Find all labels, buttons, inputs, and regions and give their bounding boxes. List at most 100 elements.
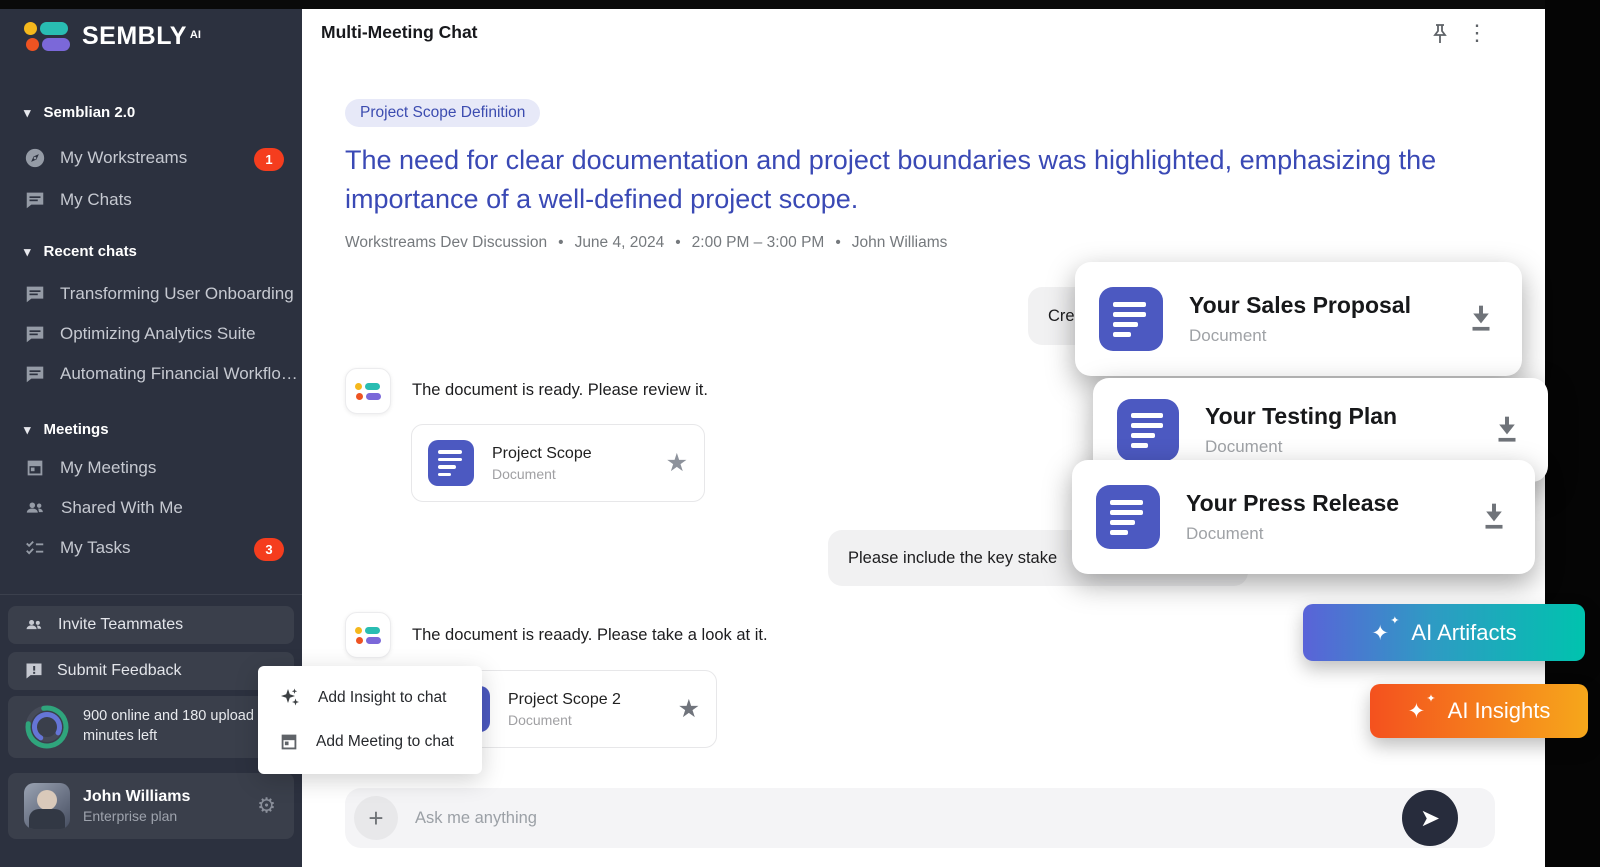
sidebar-item-label: My Tasks	[60, 538, 131, 558]
ask-input[interactable]	[415, 788, 1315, 848]
sidebar-item-my-chats[interactable]: My Chats	[24, 189, 132, 211]
attachment-type: Document	[508, 712, 621, 728]
submit-feedback-button[interactable]: Submit Feedback	[8, 652, 294, 690]
bot-avatar	[345, 612, 391, 658]
menu-item-label: Add Insight to chat	[318, 689, 446, 707]
app-window: SEMBLYAI ▾ Semblian 2.0 My Workstreams 1…	[0, 0, 1600, 867]
brand-logo: SEMBLYAI	[24, 22, 201, 51]
sidebar-group-label: Semblian 2.0	[44, 104, 136, 121]
feedback-icon	[24, 661, 44, 681]
usage-ring-icon	[24, 704, 70, 750]
sidebar-item-my-tasks[interactable]: My Tasks	[24, 537, 131, 559]
submit-feedback-label: Submit Feedback	[57, 662, 182, 680]
sidebar-item-recent-chat-2[interactable]: Optimizing Analytics Suite	[24, 323, 256, 345]
sidebar-item-my-meetings[interactable]: My Meetings	[24, 457, 156, 479]
sidebar-item-label: My Chats	[60, 190, 132, 210]
star-icon[interactable]: ★	[678, 694, 700, 724]
tasks-icon	[24, 537, 46, 559]
pin-icon[interactable]	[1428, 22, 1452, 51]
sidebar-group-label: Recent chats	[44, 243, 137, 260]
brand-sup: AI	[190, 29, 201, 41]
meta-source: Workstreams Dev Discussion	[345, 234, 547, 252]
user-profile-card[interactable]: John Williams Enterprise plan ⚙	[8, 773, 294, 839]
workstreams-badge: 1	[254, 148, 284, 171]
chevron-down-icon: ▾	[24, 244, 31, 260]
sidebar-group-semblian[interactable]: ▾ Semblian 2.0	[24, 104, 135, 121]
brand-name: SEMBLYAI	[82, 22, 201, 51]
chat-input-bar: + ➤	[345, 788, 1495, 848]
menu-item-add-meeting[interactable]: Add Meeting to chat	[258, 720, 482, 764]
sidebar-item-recent-chat-1[interactable]: Transforming User Onboarding	[24, 283, 294, 305]
invite-teammates-button[interactable]: Invite Teammates	[8, 606, 294, 644]
send-button[interactable]: ➤	[1402, 790, 1458, 846]
ai-artifacts-button[interactable]: ✦✦ AI Artifacts	[1303, 604, 1585, 661]
attachment-info: Project Scope 2 Document	[508, 691, 621, 728]
plus-icon[interactable]: +	[354, 796, 398, 840]
document-icon	[428, 440, 474, 486]
meta-author: John Williams	[852, 234, 948, 252]
meta-separator: •	[675, 234, 680, 252]
floating-doc-title: Your Press Release	[1186, 490, 1399, 517]
sidebar-group-recent-chats[interactable]: ▾ Recent chats	[24, 243, 137, 260]
sidebar-item-my-workstreams[interactable]: My Workstreams	[24, 147, 187, 169]
user-info: John Williams Enterprise plan	[83, 788, 190, 824]
sidebar-item-label: My Meetings	[60, 458, 156, 478]
document-icon	[1096, 485, 1160, 549]
floating-doc-info: Your Press Release Document	[1186, 490, 1399, 544]
page-title: Multi-Meeting Chat	[321, 22, 478, 43]
download-icon[interactable]	[1464, 300, 1498, 339]
attachment-title: Project Scope	[492, 445, 592, 463]
people-icon	[24, 497, 47, 519]
floating-doc-info: Your Sales Proposal Document	[1189, 292, 1411, 346]
menu-item-add-insight[interactable]: Add Insight to chat	[258, 676, 482, 720]
calendar-icon	[278, 731, 300, 753]
meta-separator: •	[835, 234, 840, 252]
bot-message-text: The document is reaady. Please take a lo…	[412, 626, 768, 645]
attachment-title: Project Scope 2	[508, 691, 621, 709]
document-icon	[1099, 287, 1163, 351]
attachment-type: Document	[492, 466, 592, 482]
ai-insights-button[interactable]: ✦✦ AI Insights	[1370, 684, 1588, 738]
floating-doc-title: Your Sales Proposal	[1189, 292, 1411, 319]
floating-doc-type: Document	[1186, 524, 1399, 544]
people-icon	[24, 615, 45, 635]
add-to-chat-menu: Add Insight to chat Add Meeting to chat	[258, 666, 482, 774]
top-black-strip	[0, 0, 1600, 9]
chat-icon	[24, 323, 46, 345]
floating-doc-card-sales-proposal[interactable]: Your Sales Proposal Document	[1075, 262, 1522, 376]
calendar-icon	[24, 457, 46, 479]
usage-text: 900 online and 180 upload minutes left	[83, 707, 263, 746]
star-icon[interactable]: ★	[666, 448, 688, 478]
floating-doc-title: Your Testing Plan	[1205, 403, 1397, 430]
user-plan: Enterprise plan	[83, 808, 190, 824]
floating-doc-info: Your Testing Plan Document	[1205, 403, 1397, 457]
gear-icon[interactable]: ⚙	[257, 794, 276, 819]
sidebar-item-label: My Workstreams	[60, 148, 187, 168]
send-icon: ➤	[1420, 804, 1440, 833]
sidebar-item-shared-with-me[interactable]: Shared With Me	[24, 497, 183, 519]
download-icon[interactable]	[1490, 411, 1524, 450]
sidebar-group-meetings[interactable]: ▾ Meetings	[24, 421, 109, 438]
download-icon[interactable]	[1477, 498, 1511, 537]
usage-meter-card: 900 online and 180 upload minutes left	[8, 696, 294, 758]
chevron-down-icon: ▾	[24, 105, 31, 121]
ai-insights-label: AI Insights	[1448, 698, 1551, 724]
sparkle-icon	[278, 686, 302, 710]
meeting-meta: Workstreams Dev Discussion • June 4, 202…	[345, 234, 947, 252]
sembly-logo-icon	[24, 22, 70, 51]
sidebar-footer: Invite Teammates Submit Feedback 900 onl…	[0, 594, 302, 867]
sidebar-group-label: Meetings	[44, 421, 109, 438]
user-avatar	[24, 783, 70, 829]
sidebar-item-recent-chat-3[interactable]: Automating Financial Workflo…	[24, 363, 298, 385]
invite-teammates-label: Invite Teammates	[58, 616, 183, 634]
meta-time: 2:00 PM – 3:00 PM	[692, 234, 825, 252]
chat-icon	[24, 189, 46, 211]
sidebar: SEMBLYAI ▾ Semblian 2.0 My Workstreams 1…	[0, 0, 302, 867]
chat-icon	[24, 363, 46, 385]
floating-doc-card-press-release[interactable]: Your Press Release Document	[1072, 460, 1535, 574]
sidebar-item-label: Automating Financial Workflo…	[60, 364, 298, 384]
kebab-menu-icon[interactable]: ⋮	[1466, 20, 1488, 46]
attachment-card-project-scope[interactable]: Project Scope Document ★	[411, 424, 705, 502]
insight-headline: The need for clear documentation and pro…	[345, 141, 1470, 219]
tasks-badge: 3	[254, 538, 284, 561]
